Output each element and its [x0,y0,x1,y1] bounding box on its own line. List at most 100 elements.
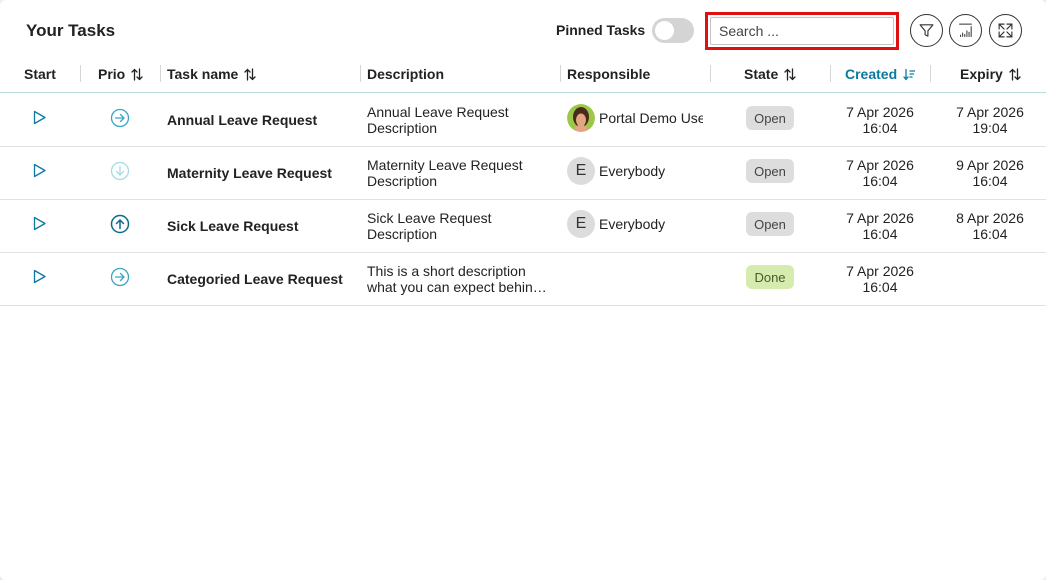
priority-high-icon [110,214,130,234]
time-text: 16:04 [972,173,1008,189]
row-divider [0,305,1046,306]
column-divider [360,65,361,82]
task-name[interactable]: Categoried Leave Request [167,271,343,287]
column-label-description: Description [367,66,445,82]
description-line: Sick Leave Request [367,210,492,226]
play-icon[interactable] [33,163,47,178]
avatar [567,104,595,132]
sort-icon [131,67,143,81]
column-header-description: Description [367,57,444,91]
page-title: Your Tasks [26,21,116,40]
description-line: Description [367,173,438,189]
column-label-start: Start [24,66,56,82]
search-input[interactable] [710,17,894,45]
play-icon[interactable] [33,216,47,231]
date-text: 7 Apr 2026 [846,263,914,279]
column-header-expiry[interactable]: Expiry [960,57,1021,91]
column-header-prio[interactable]: Prio [98,57,143,91]
date-text: 8 Apr 2026 [956,210,1024,226]
column-label-expiry: Expiry [960,66,1003,82]
row-divider [0,252,1046,253]
date-text: 7 Apr 2026 [846,157,914,173]
time-text: 16:04 [862,279,898,295]
tasks-card: Your Tasks Pinned Tasks Start Prio Task … [0,0,1046,580]
sort-icon [244,67,256,81]
date-text: 7 Apr 2026 [956,104,1024,120]
task-description: Maternity Leave Request Description [367,157,552,189]
row-divider [0,199,1046,200]
date-text: 7 Apr 2026 [846,104,914,120]
created-date: 7 Apr 2026 16:04 [835,263,925,295]
responsible-name: Everybody [599,163,666,179]
priority-low-icon [110,161,130,181]
description-line: This is a short description [367,263,526,279]
column-header-responsible: Responsible [567,57,650,91]
status-badge: Open [746,106,794,130]
expand-icon [998,23,1013,38]
task-name[interactable]: Maternity Leave Request [167,165,332,181]
time-text: 19:04 [972,120,1008,136]
column-label-prio: Prio [98,66,126,82]
column-divider [710,65,711,82]
status-badge: Done [746,265,794,289]
sort-icon [784,67,796,81]
description-line: Maternity Leave Request [367,157,523,173]
toggle-knob [655,21,674,40]
created-date: 7 Apr 2026 16:04 [835,104,925,136]
responsible-name: Portal Demo User [599,110,703,126]
time-text: 16:04 [862,120,898,136]
description-line: what you can expect behind this task. [367,279,549,295]
description-line: Description [367,120,438,136]
column-label-state: State [744,66,779,82]
filter-button[interactable] [910,14,943,47]
avatar: E [567,157,595,185]
column-header-state[interactable]: State [744,57,796,91]
row-divider [0,146,1046,147]
column-divider [830,65,831,82]
funnel-icon [919,24,934,37]
column-divider [930,65,931,82]
priority-normal-icon [110,108,130,128]
column-header-start: Start [24,57,56,91]
column-divider [160,65,161,82]
status-badge: Open [746,212,794,236]
created-date: 7 Apr 2026 16:04 [835,157,925,189]
time-text: 16:04 [972,226,1008,242]
pinned-tasks-label: Pinned Tasks [556,22,646,38]
column-divider [560,65,561,82]
play-icon[interactable] [33,110,47,125]
time-text: 16:04 [862,226,898,242]
sort-descending-icon [903,68,916,81]
play-icon[interactable] [33,269,47,284]
task-name[interactable]: Sick Leave Request [167,218,299,234]
column-divider [80,65,81,82]
bar-chart-icon [959,23,972,37]
expiry-date: 9 Apr 2026 16:04 [945,157,1035,189]
expand-button[interactable] [989,14,1022,47]
search-highlight [705,12,899,50]
column-label-responsible: Responsible [567,66,651,82]
time-text: 16:04 [862,173,898,189]
column-header-created[interactable]: Created [845,57,916,91]
priority-normal-icon [110,267,130,287]
date-text: 7 Apr 2026 [846,210,914,226]
columns-button[interactable] [949,14,982,47]
task-description: This is a short description what you can … [367,263,552,295]
expiry-date: 7 Apr 2026 19:04 [945,104,1035,136]
status-badge: Open [746,159,794,183]
description-line: Description [367,226,438,242]
column-label-created: Created [845,66,898,82]
responsible-name: Everybody [599,216,666,232]
task-name[interactable]: Annual Leave Request [167,112,317,128]
header-divider [0,92,1046,93]
task-description: Sick Leave Request Description [367,210,552,242]
date-text: 9 Apr 2026 [956,157,1024,173]
sort-icon [1009,67,1021,81]
avatar: E [567,210,595,238]
expiry-date: 8 Apr 2026 16:04 [945,210,1035,242]
description-line: Annual Leave Request [367,104,509,120]
column-header-task-name[interactable]: Task name [167,57,256,91]
task-description: Annual Leave Request Description [367,104,552,136]
column-label-task-name: Task name [167,66,239,82]
pinned-tasks-toggle[interactable] [652,18,694,43]
